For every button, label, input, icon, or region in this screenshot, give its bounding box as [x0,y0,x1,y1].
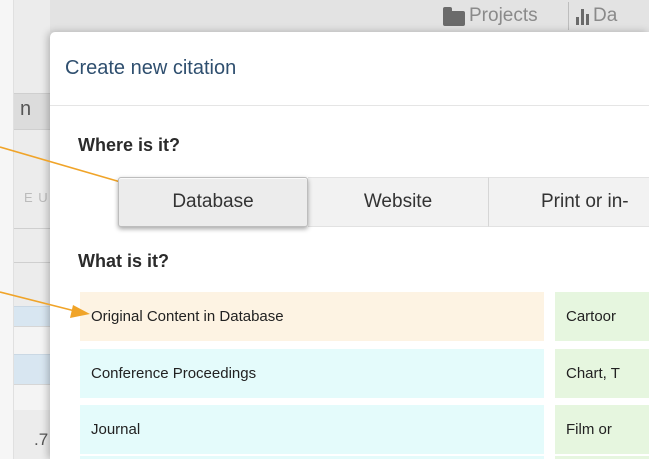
type-chart[interactable]: Chart, T [555,349,649,398]
modal-header: Create new citation [50,32,649,106]
nav-separator [568,2,569,30]
background-faded-text: E U [24,190,49,205]
background-tab-label: n [20,98,32,120]
nav-second-link[interactable]: Da [576,5,617,27]
background-row [14,326,50,354]
background-left-strip [0,0,14,459]
background-row [14,306,50,326]
folder-icon [443,6,465,26]
tab-print-label: Print or in- [541,191,629,212]
background-row-number: .7 [34,430,49,449]
tab-website[interactable]: Website [308,177,488,227]
bar-chart-icon [576,9,589,25]
tab-print[interactable]: Print or in- [488,177,649,227]
background-divider [14,129,50,130]
background-divider [14,262,50,263]
source-tabs: Database Website Print or in- [118,177,649,227]
tab-database-label: Database [172,191,254,212]
type-original-content[interactable]: Original Content in Database [80,292,544,341]
nav-projects-link[interactable]: Projects [443,5,538,27]
where-label: Where is it? [78,135,181,155]
background-toolbar [0,0,649,32]
nav-projects-label: Projects [469,5,538,26]
type-journal[interactable]: Journal [80,405,544,454]
type-cartoon-label: Cartoor [566,308,617,325]
background-row [14,384,50,410]
type-film-label: Film or [566,421,612,438]
type-original-content-label: Original Content in Database [91,308,284,325]
nav-second-label: Da [593,5,618,26]
modal-title: Create new citation [65,57,237,79]
type-journal-label: Journal [91,421,141,438]
background-row [14,354,50,384]
type-film[interactable]: Film or [555,405,649,454]
type-cartoon[interactable]: Cartoor [555,292,649,341]
create-citation-modal: Create new citation Where is it? Databas… [50,32,649,459]
tab-website-label: Website [363,191,433,212]
type-conference-proceedings-label: Conference Proceedings [91,365,257,382]
background-divider [14,228,50,229]
type-conference-proceedings[interactable]: Conference Proceedings [80,349,544,398]
type-chart-label: Chart, T [566,365,620,382]
tab-database[interactable]: Database [118,177,308,227]
what-label: What is it? [78,251,169,271]
background-divider [14,93,50,94]
